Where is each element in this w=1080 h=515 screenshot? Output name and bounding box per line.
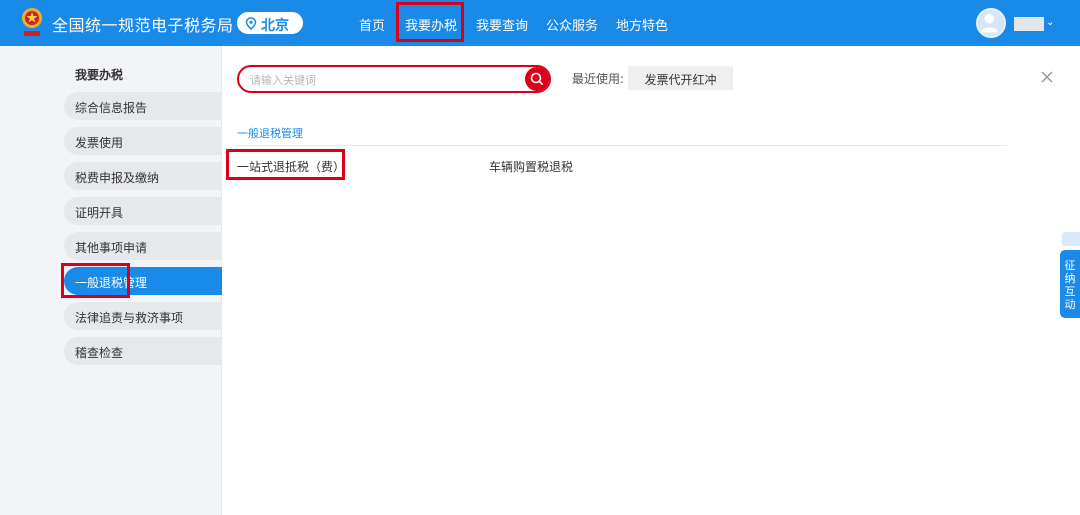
search-input[interactable]: 请输入关键词	[237, 65, 551, 93]
float-widget-label: 征纳互动	[1064, 259, 1076, 311]
nav-local-features[interactable]: 地方特色	[616, 15, 668, 34]
sidebar-item-label: 发票使用	[75, 136, 124, 150]
service-highlight-box	[226, 149, 345, 180]
username-redacted[interactable]	[1014, 17, 1044, 31]
region-label: 北京	[261, 18, 289, 34]
sidebar-item-comprehensive-report[interactable]: 综合信息报告	[64, 92, 222, 120]
national-emblem-icon	[22, 8, 42, 36]
sidebar-item-label: 税费申报及缴纳	[75, 171, 160, 185]
sidebar-item-label: 稽查检查	[75, 346, 124, 360]
float-widget-top-tab[interactable]	[1062, 232, 1080, 246]
search-icon	[530, 72, 544, 86]
recent-use-label: 最近使用:	[572, 72, 625, 86]
sidebar-item-label: 证明开具	[75, 206, 124, 220]
sidebar-item-inspection[interactable]: 稽查检查	[64, 337, 222, 365]
sidebar-item-label: 综合信息报告	[75, 101, 148, 115]
search-placeholder: 请输入关键词	[250, 74, 316, 87]
top-navigation-bar: 全国统一规范电子税务局 北京 首页 我要办税 我要查询 公众服务 地方特色 ⌄	[0, 0, 1080, 46]
nav-highlight-box	[396, 2, 464, 42]
user-avatar-icon[interactable]	[976, 8, 1006, 38]
close-icon[interactable]	[1038, 68, 1056, 86]
site-title[interactable]: 全国统一规范电子税务局	[52, 12, 234, 36]
service-vehicle-tax-refund[interactable]: 车辆购置税退税	[489, 158, 573, 175]
section-title: 一般退税管理	[237, 127, 303, 140]
sidebar-item-label: 其他事项申请	[75, 241, 148, 255]
nav-home[interactable]: 首页	[359, 15, 385, 34]
sidebar-item-certificate[interactable]: 证明开具	[64, 197, 222, 225]
sidebar-item-other-applications[interactable]: 其他事项申请	[64, 232, 222, 260]
recent-item-invoice-red-reversal[interactable]: 发票代开红冲	[628, 66, 733, 90]
nav-query[interactable]: 我要查询	[476, 15, 528, 34]
sidebar-item-invoice-use[interactable]: 发票使用	[64, 127, 222, 155]
sidebar-item-legal-remedy[interactable]: 法律追责与救济事项	[64, 302, 222, 330]
region-selector[interactable]: 北京	[236, 11, 304, 35]
nav-public-services[interactable]: 公众服务	[546, 15, 598, 34]
sidebar-highlight-box	[61, 263, 130, 298]
search-button[interactable]	[525, 67, 549, 91]
location-pin-icon	[245, 17, 257, 30]
interaction-float-button[interactable]: 征纳互动	[1060, 250, 1080, 318]
recent-item-label: 发票代开红冲	[644, 73, 717, 87]
sidebar-item-tax-declaration[interactable]: 税费申报及缴纳	[64, 162, 222, 190]
sidebar-item-label: 法律追责与救济事项	[75, 311, 184, 325]
chevron-down-icon[interactable]: ⌄	[1046, 17, 1054, 28]
sidebar-title: 我要办税	[75, 68, 124, 82]
section-divider	[237, 145, 1007, 146]
